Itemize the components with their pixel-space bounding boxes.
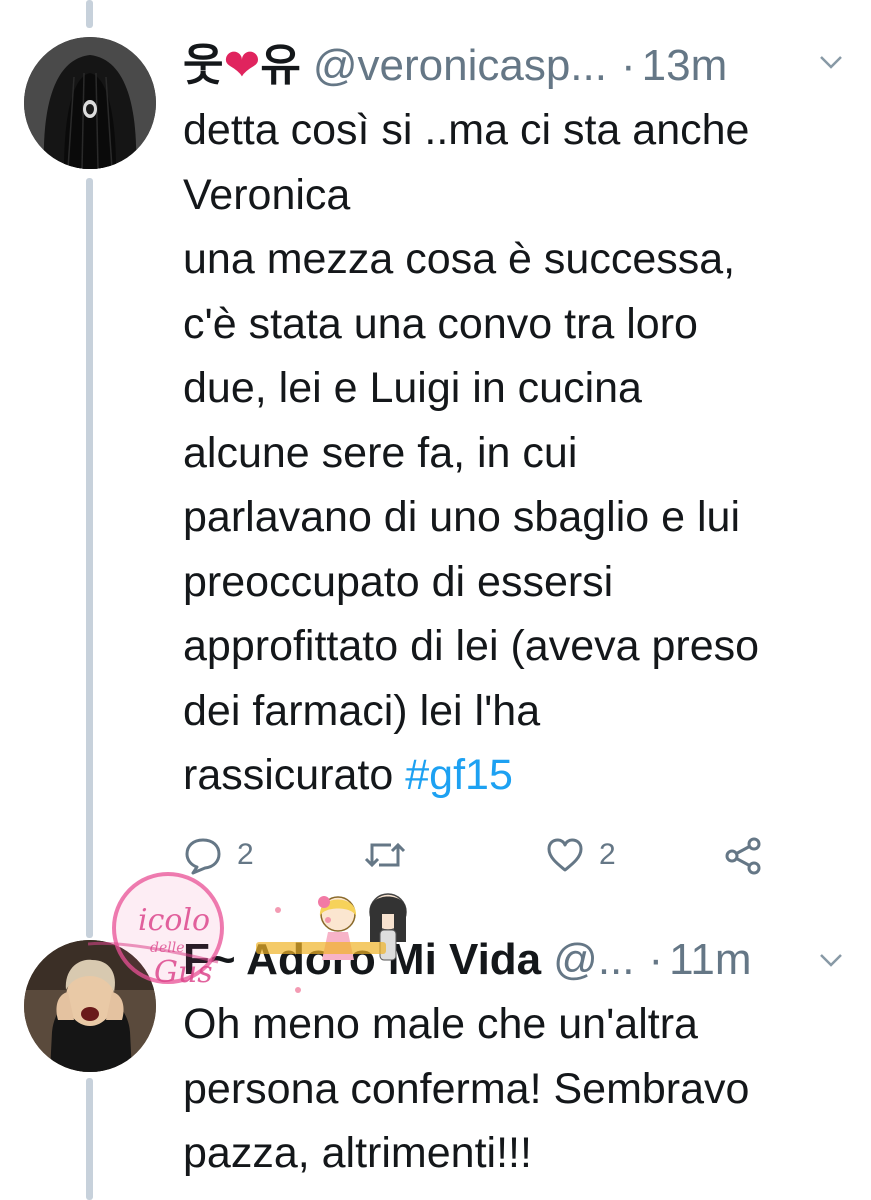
text-line: una mezza cosa è successa, [183,235,736,283]
user-handle[interactable]: @... [553,932,634,988]
heart-emoji-icon: ❤ [223,41,261,90]
text-line: parlavano di uno sbaglio e lui [183,493,741,541]
avatar[interactable] [24,37,156,169]
text-line: preoccupato di essersi [183,557,614,606]
share-button[interactable] [723,835,765,877]
text-line: detta così si ..ma ci sta anche [183,106,750,154]
text-line: due, lei e Luigi in cucina [183,364,642,412]
watermark-logo: icolo delle Gus [87,870,425,1020]
separator-dot: · [648,935,664,984]
tweet-text: Oh meno male che un'altra persona confer… [183,992,749,1186]
reply-count: 2 [237,838,254,871]
chevron-down-icon[interactable] [818,944,844,978]
watermark-text: icolo [138,903,210,938]
chevron-down-icon[interactable] [818,46,844,80]
thread-line-top [86,0,93,28]
tweet-text: detta così si ..ma ci sta anche Veronica… [183,98,759,808]
user-handle[interactable]: @veronicasp... [313,38,607,94]
text-line: alcune sere fa, in cui [183,428,578,477]
timestamp[interactable]: 11m [669,932,751,988]
heart-icon [545,835,585,875]
watermark-text: Gus [154,955,213,990]
display-name[interactable]: 웃❤유 [183,38,301,94]
separator-dot: · [620,41,636,90]
retweet-icon [363,835,407,875]
text-segment: rassicurato [183,751,406,799]
text-line: approfittato di lei (aveva preso [183,622,760,670]
share-icon [723,835,765,877]
thread-line-middle [86,178,93,938]
retweet-button[interactable] [363,835,421,875]
reply-icon [183,835,223,875]
text-line: dei farmaci) lei l'ha [183,686,541,735]
like-count: 2 [599,838,616,871]
text-line: Veronica [183,170,351,219]
text-line: persona conferma! Sembravo [183,1064,750,1113]
text-line: rassicurato #gf15 [183,743,759,808]
timestamp[interactable]: 13m [642,38,728,94]
thread-line-bottom [86,1078,93,1200]
text-line: c'è stata una convo tra loro [183,299,698,348]
tweet-header: 웃❤유 @veronicasp... · 13m [183,38,727,94]
text-line: pazza, altrimenti!!! [183,1129,532,1177]
hashtag-link[interactable]: #gf15 [405,751,513,799]
like-button[interactable]: 2 [545,835,616,875]
reply-button[interactable]: 2 [183,835,254,875]
